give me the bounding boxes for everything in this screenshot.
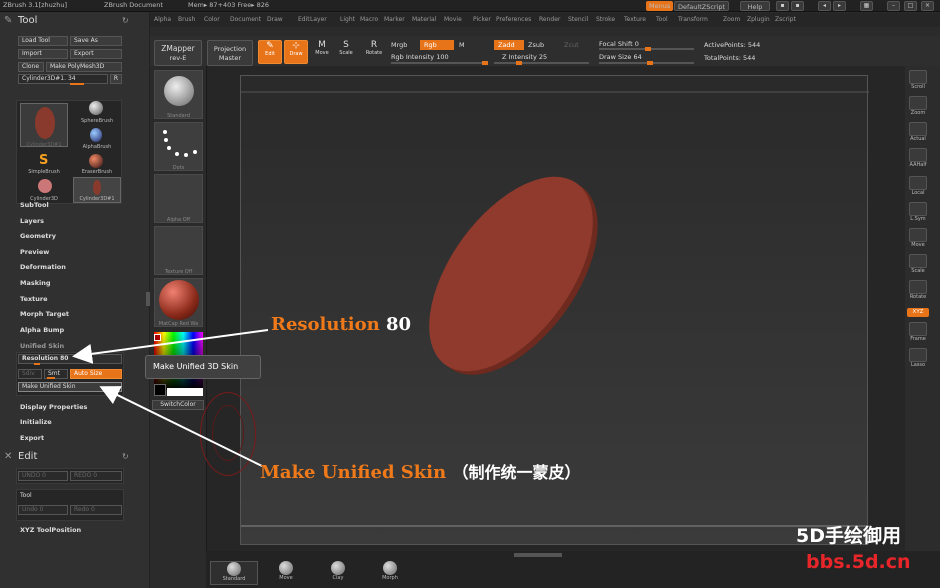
make-skin-annotation-text: Make Unified Skin — [260, 462, 447, 483]
watermark-line2: bbs.5d.cn — [806, 551, 911, 573]
resolution-annotation-text: Resolution — [271, 314, 380, 335]
resolution-annotation: Resolution 80 — [271, 314, 411, 335]
watermark-line1: 5D手绘御用 — [796, 525, 901, 547]
annotation-arrows — [72, 329, 269, 467]
make-skin-annotation-cn: （制作统一蒙皮） — [452, 463, 581, 482]
resolution-annotation-value: 80 — [386, 314, 412, 335]
make-skin-annotation: Make Unified Skin （制作统一蒙皮） — [260, 459, 580, 483]
